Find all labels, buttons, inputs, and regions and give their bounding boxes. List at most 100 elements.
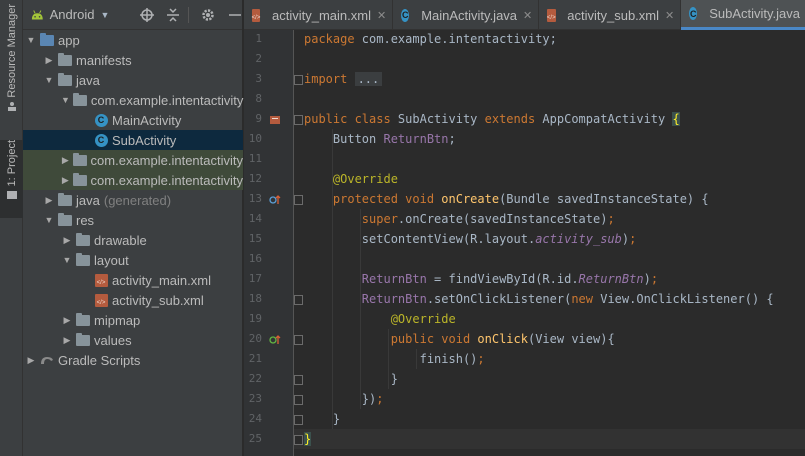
tree-item-label: Gradle Scripts — [58, 352, 141, 368]
code-token: com.example.intentactivity; — [361, 32, 557, 46]
locate-file-button[interactable] — [139, 7, 154, 23]
close-icon[interactable]: ✕ — [665, 9, 674, 22]
xml-icon: </> — [94, 293, 108, 307]
tree-item[interactable]: ▶ java (generated) — [23, 190, 243, 210]
code-token: setContentView(R.layout. — [304, 232, 536, 246]
chevron-right-icon[interactable]: ▶ — [43, 195, 55, 206]
tree-item[interactable]: ▶ manifests — [23, 50, 243, 70]
tab-resource-manager[interactable]: Resource Manager — [0, 4, 23, 132]
close-icon[interactable]: ✕ — [523, 9, 532, 22]
chevron-down-icon[interactable]: ▼ — [43, 75, 55, 85]
line-number-row: 9 — [244, 109, 294, 129]
tree-item-label: mipmap — [94, 312, 141, 328]
tree-item[interactable]: ▶ drawable — [23, 230, 243, 250]
tree-item[interactable]: ▶ com.example.intentactivity — [23, 170, 243, 190]
editor-tab-label: SubActivity.java — [709, 6, 801, 21]
code-token: protected void — [304, 192, 442, 206]
editor-tab-label: activity_main.xml — [272, 7, 371, 23]
fold-marker-icon[interactable] — [294, 195, 303, 205]
chevron-right-icon[interactable]: ▶ — [25, 355, 37, 366]
code-token: activity_sub — [535, 232, 622, 246]
close-icon[interactable]: ✕ — [377, 9, 386, 22]
class-c-badge: C — [401, 8, 410, 22]
line-number-row: 23 — [244, 389, 294, 409]
xml-icon: </> — [94, 273, 108, 287]
code-token: View.OnClickListener() { — [600, 292, 774, 306]
override-method-icon[interactable] — [269, 193, 281, 205]
collapse-all-button[interactable] — [166, 7, 180, 23]
code-line: protected void onCreate(Bundle savedInst… — [304, 189, 709, 209]
code-editor[interactable]: 1 2 3 8 9 10 11 12 13 14 15 16 17 18 19 20 21 22 23 24 25 pa… — [244, 30, 805, 456]
chevron-right-icon[interactable]: ▶ — [61, 155, 70, 166]
tree-item-label: layout — [94, 252, 129, 268]
editor-tab-bar: </> activity_main.xml ✕ C MainActivity.java ✕… — [244, 0, 805, 30]
code-token[interactable]: ... — [354, 72, 383, 86]
line-number-row: 12 — [244, 169, 294, 189]
chevron-down-icon[interactable]: ▼ — [25, 35, 37, 45]
code-token: ; — [650, 272, 659, 286]
line-number-row: 17 — [244, 269, 294, 289]
line-number-row: 14 — [244, 209, 294, 229]
editor-tab[interactable]: C MainActivity.java ✕ — [393, 0, 540, 30]
editor-tab[interactable]: </> activity_sub.xml ✕ — [539, 0, 682, 30]
fold-marker-icon[interactable] — [294, 395, 303, 405]
code-line: } — [304, 409, 340, 429]
tree-item[interactable]: C SubActivity — [23, 130, 243, 150]
tree-item-note: (generated) — [103, 192, 172, 208]
code-token: @Override — [304, 312, 456, 326]
tree-item[interactable]: ▼ layout — [23, 250, 243, 270]
chevron-right-icon[interactable]: ▶ — [43, 55, 55, 66]
fold-marker-icon[interactable] — [294, 375, 303, 385]
line-number-row: 16 — [244, 249, 294, 269]
chevron-right-icon[interactable]: ▶ — [61, 175, 70, 186]
chevron-down-icon[interactable]: ▼ — [43, 215, 55, 225]
chevron-right-icon[interactable]: ▶ — [61, 235, 73, 246]
tool-window-strip: Resource Manager 1: Project — [0, 0, 23, 456]
line-number: 11 — [248, 152, 262, 165]
tree-item[interactable]: ▼ com.example.intentactivity — [23, 90, 243, 110]
project-view-select[interactable]: Android ▼ — [50, 7, 110, 22]
chevron-right-icon[interactable]: ▶ — [61, 335, 73, 346]
toolbar-divider — [188, 6, 190, 23]
collapse-all-icon — [167, 7, 180, 22]
tree-item-label: drawable — [94, 232, 147, 248]
tree-item[interactable]: C MainActivity — [23, 110, 243, 130]
tree-item[interactable]: ▼ res — [23, 210, 243, 230]
code-line: public void onClick(View view){ — [304, 329, 615, 349]
tree-item[interactable]: </> activity_sub.xml — [23, 290, 243, 310]
fold-marker-icon[interactable] — [294, 415, 303, 425]
tree-item[interactable]: ▶ mipmap — [23, 310, 243, 330]
chevron-down-icon[interactable]: ▼ — [61, 95, 70, 105]
code-line: Button ReturnBtn; — [304, 129, 456, 149]
chevron-right-icon[interactable]: ▶ — [61, 315, 73, 326]
code-line: } — [304, 429, 312, 449]
fold-marker-icon[interactable] — [294, 115, 303, 125]
implement-method-icon[interactable] — [269, 333, 281, 345]
tree-item[interactable]: ▼ java — [23, 70, 243, 90]
code-line: public class SubActivity extends AppComp… — [304, 109, 680, 129]
tree-item-label: java — [76, 192, 100, 208]
editor-tab[interactable]: </> activity_main.xml ✕ — [244, 0, 394, 30]
editor-tab[interactable]: CSubActivity.java✕ — [681, 0, 805, 30]
tree-item[interactable]: ▶ Gradle Scripts — [23, 350, 243, 370]
hide-panel-button[interactable] — [228, 7, 242, 23]
code-area[interactable]: package com.example.intentactivity; impor… — [304, 30, 804, 456]
tree-item[interactable]: ▶ values — [23, 330, 243, 350]
fold-marker-icon[interactable] — [294, 435, 303, 445]
android-activity-icon[interactable] — [269, 113, 281, 125]
tab-project[interactable]: 1: Project — [0, 140, 23, 218]
tree-item[interactable]: </> activity_main.xml — [23, 270, 243, 290]
code-line: } — [304, 369, 398, 389]
tree-item[interactable]: ▼ app — [23, 30, 243, 50]
chevron-down-icon[interactable]: ▼ — [61, 255, 73, 265]
folder-shape — [72, 172, 87, 186]
fold-marker-icon[interactable] — [294, 335, 303, 345]
code-token: .setOnClickListener( — [426, 292, 572, 306]
fold-marker-icon[interactable] — [294, 295, 303, 305]
code-token: } — [304, 432, 312, 446]
fold-marker-icon[interactable] — [294, 75, 303, 85]
folder-shape — [76, 232, 90, 246]
tree-item[interactable]: ▶ com.example.intentactivity — [23, 150, 243, 170]
settings-button[interactable] — [201, 7, 215, 23]
project-panel-toolbar: Android ▼ — [23, 0, 242, 30]
